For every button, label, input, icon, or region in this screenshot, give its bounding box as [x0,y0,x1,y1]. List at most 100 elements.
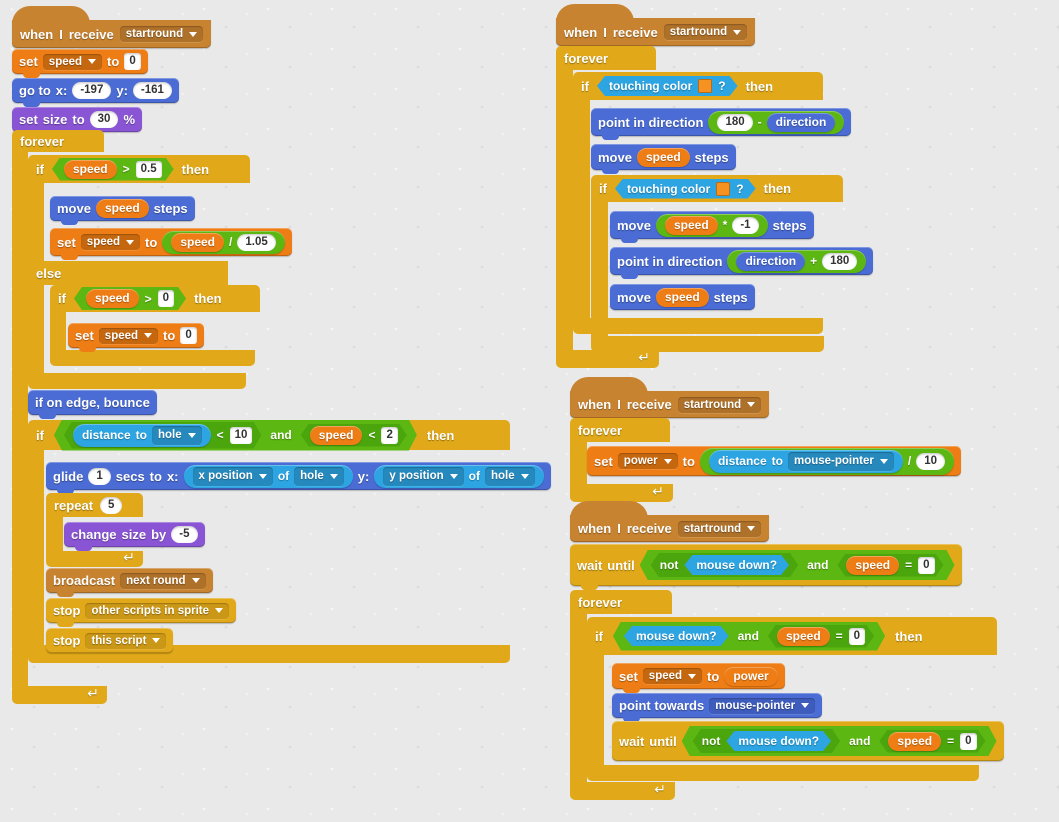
target-dropdown[interactable]: mouse-pointer [787,451,894,471]
variable-dropdown-speed[interactable]: speed [642,668,703,684]
variable-dropdown-speed[interactable]: speed [98,327,159,344]
set-speed-divide-block[interactable]: set speed to speed / 1.05 [50,228,292,260]
not-operator[interactable]: not mouse down? [651,553,798,577]
compare-value-input[interactable]: 0 [918,557,934,574]
variable-dropdown-speed[interactable]: speed [42,53,103,70]
wait-until-block-2[interactable]: wait until not mouse down? and speed = 0 [612,721,1004,761]
mouse-down-boolean[interactable]: mouse down? [726,731,831,751]
forever-loop[interactable]: forever ↵ [570,418,673,502]
color-swatch-icon[interactable] [698,79,712,93]
if-header[interactable]: if touching color ? then [591,175,843,202]
move-speed-steps-block-2[interactable]: move speed steps [610,284,755,310]
set-speed-zero-block[interactable]: set speed to 0 [68,323,204,352]
speed-variable-reporter[interactable]: speed [888,732,941,751]
subtract-operator[interactable]: 180 - direction [708,110,845,134]
multiplier-input[interactable]: -1 [732,216,759,234]
if-touching-color-block-2[interactable]: if touching color ? then [591,175,843,352]
target-dropdown[interactable]: mouse-pointer [709,697,816,714]
addend-input[interactable]: 180 [822,252,858,270]
forever-header[interactable]: forever [570,590,672,614]
property-dropdown-y[interactable]: y position [383,466,464,486]
secs-input[interactable]: 1 [88,467,111,485]
message-dropdown[interactable]: startround [677,520,762,537]
message-dropdown[interactable]: startround [663,24,748,40]
mouse-down-boolean[interactable]: mouse down? [684,555,789,575]
set-size-block[interactable]: set size to 30 % [12,107,143,136]
distance-to-reporter[interactable]: distance to mouse-pointer [708,449,903,473]
divide-operator[interactable]: distance to mouse-pointer / 10 [699,447,954,475]
touching-color-boolean[interactable]: touching color ? [597,76,738,96]
if-header[interactable]: if distance to hole < 10 and speed < 2 t… [28,420,510,450]
direction-reporter[interactable]: direction [736,251,806,271]
multiply-operator[interactable]: speed * -1 [655,213,768,237]
distance-to-reporter[interactable]: distance to hole [73,424,211,447]
set-speed-to-power-block[interactable]: set speed to power [612,663,785,693]
divide-operator[interactable]: speed / 1.05 [162,230,285,254]
forever-loop[interactable]: forever ↵ [570,590,675,800]
property-dropdown-x[interactable]: x position [192,466,273,486]
y-position-of-reporter[interactable]: y position of hole [374,464,544,488]
glide-to-hole-block[interactable]: glide 1 secs to x: x position of hole y:… [46,462,551,494]
if-header[interactable]: if speed > 0.5 then [28,155,250,183]
y-input[interactable]: -161 [132,82,172,99]
object-dropdown-x[interactable]: hole [294,466,344,486]
compare-value-input[interactable]: 0.5 [136,161,162,178]
speed-variable-reporter[interactable]: speed [846,556,899,575]
divisor-input[interactable]: 10 [916,452,945,470]
forever-header[interactable]: forever [570,418,670,442]
compare-value-input[interactable]: 0 [158,290,174,307]
forever-header[interactable]: forever [556,46,656,70]
target-dropdown[interactable]: hole [152,426,202,445]
if-near-hole-block[interactable]: if distance to hole < 10 and speed < 2 t… [28,420,510,663]
power-variable-reporter[interactable]: power [724,666,778,686]
hat-when-i-receive[interactable]: when I receive startround [570,501,770,542]
hat-when-i-receive[interactable]: when I receive startround [12,6,212,48]
hat-when-i-receive[interactable]: when I receive startround [556,4,756,46]
x-input[interactable]: -197 [72,82,112,99]
stop-option-dropdown[interactable]: other scripts in sprite [85,602,230,619]
if-speed-gt0-block[interactable]: if speed > 0 then [50,285,260,366]
color-swatch-icon[interactable] [716,182,730,196]
and-operator[interactable]: not mouse down? and speed = 0 [682,726,997,756]
repeat-count-input[interactable]: 5 [100,496,123,514]
if-header[interactable]: if touching color ? then [573,72,823,100]
compare-value-input[interactable]: 0 [849,628,865,645]
point-towards-block[interactable]: point towards mouse-pointer [612,693,823,722]
less-than-operator-1[interactable]: distance to hole < 10 [64,422,261,449]
change-size-block[interactable]: change size by -5 [64,522,205,551]
divisor-input[interactable]: 1.05 [237,233,276,251]
stop-option-dropdown[interactable]: this script [85,632,167,649]
if-else-speed-block[interactable]: if speed > 0.5 then else [28,155,250,389]
if-touching-color-block[interactable]: if touching color ? then [573,72,823,334]
x-position-of-reporter[interactable]: x position of hole [183,464,353,488]
speed-variable-reporter[interactable]: speed [664,215,718,235]
repeat-header[interactable]: repeat 5 [46,493,143,517]
equals-operator[interactable]: speed = 0 [768,625,874,648]
speed-variable-reporter[interactable]: speed [95,199,149,218]
set-power-block[interactable]: set power to distance to mouse-pointer /… [587,446,961,476]
scripts-canvas[interactable]: when I receive startround set speed to 0… [0,0,1059,822]
go-to-xy-block[interactable]: go to x: -197 y: -161 [12,78,179,107]
direction-reporter[interactable]: direction [766,112,836,132]
speed-variable-reporter[interactable]: speed [86,289,139,308]
forever-header[interactable]: forever [12,130,104,152]
forever-loop-outer[interactable]: forever ↵ [556,46,659,368]
broadcast-message-dropdown[interactable]: next round [120,572,206,589]
if-on-edge-bounce-block[interactable]: if on edge, bounce [28,390,157,419]
equals-operator[interactable]: speed = 0 [837,554,943,577]
compare-value-input[interactable]: 10 [230,427,253,444]
size-delta-input[interactable]: -5 [171,526,198,543]
message-dropdown[interactable]: startround [677,396,762,413]
speed-variable-reporter[interactable]: speed [64,160,117,179]
compare-value-input[interactable]: 0 [960,733,976,750]
greater-than-operator[interactable]: speed > 0 [74,287,186,310]
message-dropdown[interactable]: startround [119,26,204,42]
speed-variable-reporter[interactable]: speed [655,287,709,307]
minuend-input[interactable]: 180 [717,113,753,131]
and-operator[interactable]: not mouse down? and speed = 0 [640,550,955,580]
hat-when-i-receive[interactable]: when I receive startround [570,377,770,418]
value-input[interactable]: 0 [124,53,141,70]
if-header[interactable]: if mouse down? and speed = 0 then [587,617,997,655]
mouse-down-boolean[interactable]: mouse down? [624,626,729,646]
if-header[interactable]: if speed > 0 then [50,285,260,312]
